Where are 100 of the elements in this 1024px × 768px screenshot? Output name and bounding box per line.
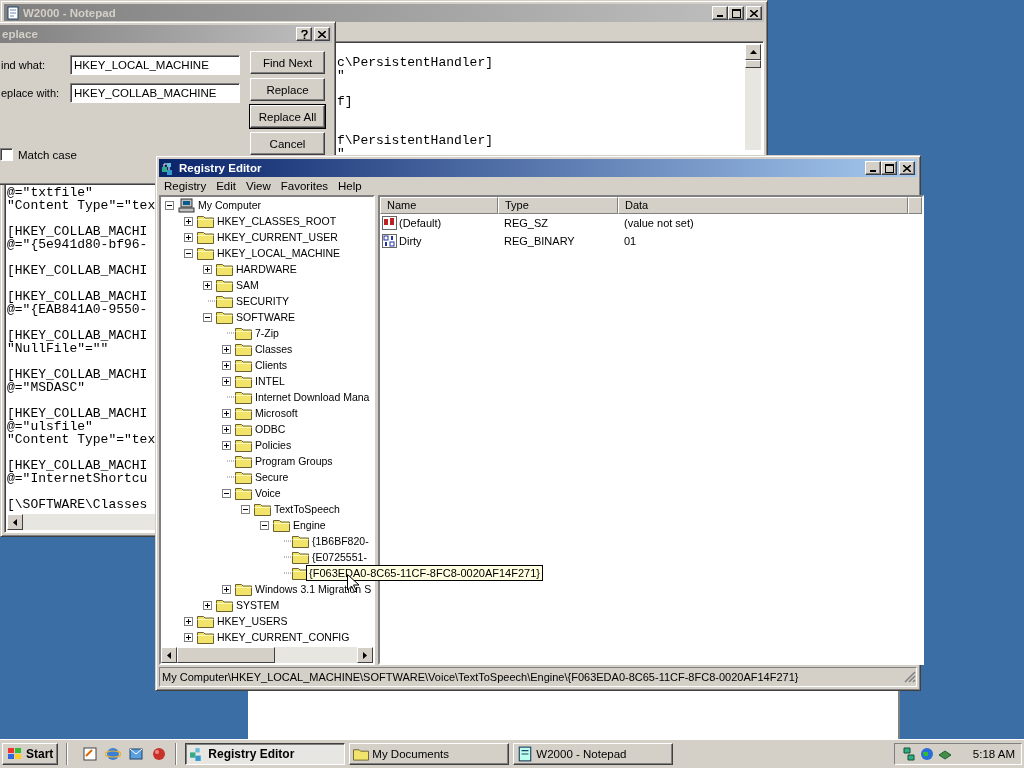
- plus-box-icon[interactable]: [222, 584, 231, 594]
- value-name[interactable]: (Default): [399, 217, 442, 229]
- dialog-button[interactable]: Replace All: [250, 105, 325, 128]
- plus-box-icon[interactable]: [222, 360, 231, 370]
- minus-box-icon[interactable]: [241, 504, 250, 514]
- text-line: [HKEY_COLLAB_MACHI: [7, 290, 149, 303]
- column-header[interactable]: Name: [380, 197, 498, 214]
- plus-box-icon[interactable]: [222, 408, 231, 418]
- checkbox[interactable]: [0, 148, 13, 161]
- minus-box-icon[interactable]: [184, 248, 193, 258]
- dialog-button[interactable]: Find Next: [250, 51, 325, 74]
- folder-icon: [273, 518, 290, 532]
- plus-box-icon[interactable]: [184, 616, 193, 626]
- tree-item[interactable]: SYSTEM: [236, 599, 280, 611]
- tree-item[interactable]: Secure: [255, 471, 289, 483]
- tree-item[interactable]: HKEY_CLASSES_ROOT: [217, 215, 337, 227]
- vertical-scrollbar[interactable]: [745, 44, 761, 150]
- dialog-title: eplace: [2, 28, 38, 40]
- menu-item[interactable]: Favorites: [275, 180, 334, 192]
- tree-item[interactable]: Policies: [255, 439, 292, 451]
- clock: 5:18 AM: [972, 748, 1015, 760]
- folder-icon: [197, 230, 214, 244]
- minus-box-icon[interactable]: [165, 200, 174, 210]
- tree-item[interactable]: HKEY_CURRENT_CONFIG: [217, 631, 350, 643]
- up-arrow-icon: [749, 50, 757, 54]
- minus-box-icon[interactable]: [260, 520, 269, 530]
- scroll-thumb[interactable]: [177, 647, 275, 663]
- tree-item[interactable]: Engine: [293, 519, 326, 531]
- taskbar-button[interactable]: My Documents: [349, 743, 510, 765]
- browser-icon[interactable]: [105, 746, 122, 762]
- tree-item[interactable]: My Computer: [198, 199, 261, 211]
- tree-item[interactable]: {E0725551-: [312, 551, 367, 563]
- value-data: 01: [623, 235, 638, 247]
- horizontal-scrollbar[interactable]: [161, 647, 373, 663]
- plus-box-icon[interactable]: [222, 376, 231, 386]
- globe-icon[interactable]: [919, 746, 935, 762]
- minus-box-icon[interactable]: [203, 312, 212, 322]
- plus-box-icon[interactable]: [203, 264, 212, 274]
- tree-item[interactable]: TextToSpeech: [274, 503, 340, 515]
- plus-box-icon[interactable]: [203, 280, 212, 290]
- folder-icon: [216, 310, 233, 324]
- tree-item[interactable]: HARDWARE: [236, 263, 297, 275]
- tree-item[interactable]: Internet Download Mana: [255, 391, 370, 403]
- start-button[interactable]: Start: [2, 743, 59, 765]
- plus-box-icon[interactable]: [184, 632, 193, 642]
- tree-item[interactable]: INTEL: [255, 375, 285, 387]
- scroll-thumb[interactable]: [745, 60, 761, 68]
- show-desktop-icon[interactable]: [82, 746, 99, 762]
- value-name[interactable]: Dirty: [399, 235, 422, 247]
- folder-icon: [216, 598, 233, 612]
- close-button[interactable]: [899, 161, 915, 175]
- plus-box-icon[interactable]: [203, 600, 212, 610]
- replace-field[interactable]: HKEY_COLLAB_MACHINE: [70, 83, 240, 103]
- tree-item[interactable]: 7-Zip: [255, 327, 279, 339]
- resize-grip-icon[interactable]: [904, 671, 916, 683]
- column-header[interactable]: Data: [618, 197, 908, 214]
- menu-item[interactable]: View: [241, 180, 276, 192]
- plus-box-icon[interactable]: [222, 344, 231, 354]
- column-header[interactable]: Type: [498, 197, 618, 214]
- tree-item[interactable]: ODBC: [255, 423, 286, 435]
- text-line: f]: [337, 95, 354, 108]
- network-icon[interactable]: [901, 746, 917, 762]
- tree-item[interactable]: SOFTWARE: [236, 311, 296, 323]
- menu-item[interactable]: Registry: [159, 180, 212, 192]
- plus-box-icon[interactable]: [222, 424, 231, 434]
- tree-item[interactable]: {1B6BF820-: [312, 535, 369, 547]
- ball-icon[interactable]: [151, 746, 168, 762]
- folder-icon: [235, 486, 252, 500]
- dialog-button[interactable]: Replace: [250, 78, 325, 101]
- find-field[interactable]: HKEY_LOCAL_MACHINE: [70, 55, 240, 75]
- horizontal-scrollbar[interactable]: [7, 514, 155, 530]
- dialog-button[interactable]: Cancel: [250, 132, 325, 155]
- taskbar-button[interactable]: Registry Editor: [185, 743, 346, 765]
- maximize-button[interactable]: [881, 161, 897, 175]
- mail-icon[interactable]: [128, 746, 145, 762]
- plus-box-icon[interactable]: [222, 440, 231, 450]
- tree-item[interactable]: SAM: [236, 279, 259, 291]
- tree-item[interactable]: Classes: [255, 343, 293, 355]
- taskbar-button[interactable]: W2000 - Notepad: [513, 743, 674, 765]
- minus-box-icon[interactable]: [222, 488, 231, 498]
- minimize-button[interactable]: [865, 161, 881, 175]
- menu-item[interactable]: Help: [333, 180, 367, 192]
- tree-item[interactable]: HKEY_USERS: [217, 615, 288, 627]
- tree-item[interactable]: SECURITY: [236, 295, 290, 307]
- plus-box-icon[interactable]: [184, 232, 193, 242]
- tree-item[interactable]: Microsoft: [255, 407, 298, 419]
- folder-icon: [292, 534, 309, 548]
- tree-item[interactable]: HKEY_CURRENT_USER: [217, 231, 338, 243]
- tree-item[interactable]: Voice: [255, 487, 281, 499]
- maximize-icon: [884, 163, 894, 173]
- text-line: @="ulsfile": [7, 420, 93, 433]
- plus-box-icon[interactable]: [184, 216, 193, 226]
- folder-icon: [235, 390, 252, 404]
- tree-item[interactable]: Clients: [255, 359, 288, 371]
- field-label: ind what:: [0, 59, 47, 71]
- menu-item[interactable]: Edit: [211, 180, 241, 192]
- text-line: f\PersistentHandler]: [337, 134, 494, 147]
- tree-item[interactable]: HKEY_LOCAL_MACHINE: [217, 247, 341, 259]
- tree-item[interactable]: Program Groups: [255, 455, 333, 467]
- status-bar-path: My Computer\HKEY_LOCAL_MACHINE\SOFTWARE\Voice\TextToSpeech\Engine\{F063EDA0-8C65-11CF-8FC8-0020AF14F271}: [162, 671, 799, 683]
